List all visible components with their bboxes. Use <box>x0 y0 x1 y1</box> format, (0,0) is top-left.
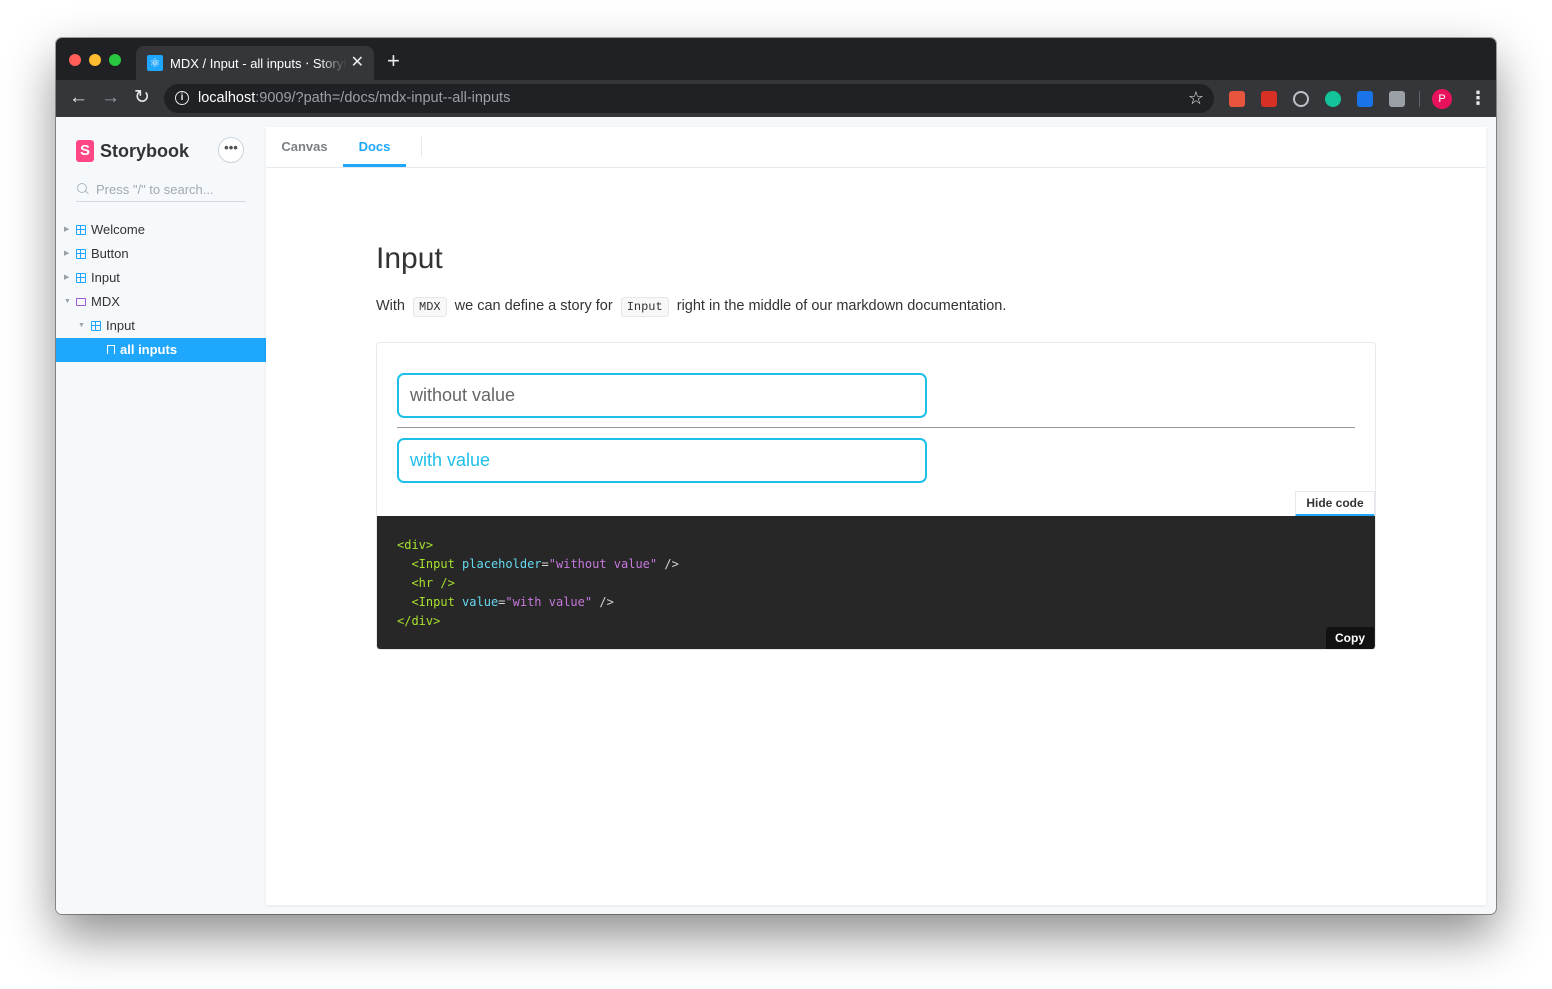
tab-divider <box>421 137 422 157</box>
paragraph-text: we can define a story for <box>454 298 613 314</box>
tab-docs[interactable]: Docs <box>343 127 406 167</box>
sidebar-item-label: Input <box>91 270 120 285</box>
code-token: value <box>462 595 499 609</box>
code-token: </div> <box>397 614 441 628</box>
bookmark-icon <box>107 345 115 354</box>
tab-canvas[interactable]: Canvas <box>266 127 343 167</box>
page-title: Input <box>376 242 443 275</box>
react-favicon-icon: ⚛ <box>147 55 163 71</box>
back-icon[interactable]: ← <box>69 87 88 109</box>
forward-icon[interactable]: → <box>101 87 120 109</box>
maximize-window-button[interactable] <box>109 54 121 66</box>
reload-icon[interactable]: ↻ <box>134 87 150 109</box>
caret-right-icon: ▶ <box>64 274 70 281</box>
sidebar-item-label: Button <box>91 246 129 261</box>
code-token: /> <box>664 557 679 571</box>
more-menu-button[interactable]: ••• <box>218 137 244 163</box>
caret-down-icon: ▼ <box>64 298 71 305</box>
extension-icon[interactable] <box>1357 91 1373 107</box>
component-icon <box>76 249 86 259</box>
extension-icon[interactable] <box>1229 91 1245 107</box>
grammarly-icon[interactable] <box>1325 91 1341 107</box>
with-value-input[interactable] <box>397 438 927 483</box>
copy-button[interactable]: Copy <box>1326 627 1374 649</box>
caret-right-icon: ▶ <box>64 250 70 257</box>
divider <box>397 427 1355 428</box>
address-bar[interactable]: i localhost:9009/?path=/docs/mdx-input--… <box>164 84 1214 113</box>
paragraph-text: right in the middle of our markdown docu… <box>676 298 1007 314</box>
profile-avatar[interactable]: P <box>1432 89 1452 109</box>
search-box <box>76 179 246 202</box>
extension-icon[interactable] <box>1261 91 1277 107</box>
main-panel: Canvas Docs Input With MDX we can define… <box>266 127 1486 905</box>
inline-code: Input <box>620 297 669 317</box>
caret-down-icon: ▼ <box>78 322 85 329</box>
doc-paragraph: With MDX we can define a story for Input… <box>376 295 1006 317</box>
search-input[interactable] <box>96 179 246 199</box>
browser-toolbar: ← → ↻ i localhost:9009/?path=/docs/mdx-i… <box>56 80 1496 117</box>
star-icon[interactable]: ☆ <box>1188 88 1204 108</box>
sidebar-item-input[interactable]: ▶ Input <box>56 266 266 290</box>
sidebar-item-label: Input <box>106 318 135 333</box>
close-tab-icon[interactable]: ✕ <box>351 54 364 72</box>
extension-icon[interactable] <box>1293 91 1309 107</box>
code-token: = <box>541 557 549 571</box>
tab-title: MDX / Input - all inputs ⋅ Storybook <box>170 56 346 71</box>
sidebar-item-label: MDX <box>91 294 120 309</box>
panel-tabs: Canvas Docs <box>266 127 1486 168</box>
story-preview: Hide code <div> <Input placeholder="with… <box>376 342 1376 650</box>
sidebar-item-label: all inputs <box>120 342 178 357</box>
close-window-button[interactable] <box>69 54 81 66</box>
browser-tab[interactable]: ⚛ MDX / Input - all inputs ⋅ Storybook ✕ <box>136 46 374 80</box>
sidebar-item-mdx-input[interactable]: ▼ Input <box>56 314 266 338</box>
code-token: "without value" <box>548 557 658 571</box>
code-token: placeholder <box>462 557 542 571</box>
info-icon[interactable]: i <box>175 91 189 105</box>
url-path: :9009/?path=/docs/mdx-input--all-inputs <box>255 90 511 106</box>
tab-strip: ⚛ MDX / Input - all inputs ⋅ Storybook ✕… <box>56 38 1496 80</box>
code-token: <Input <box>411 557 455 571</box>
menu-icon[interactable]: ⋮ <box>1469 88 1487 108</box>
code-token: <div> <box>397 538 434 552</box>
component-icon <box>76 225 86 235</box>
component-icon <box>91 321 101 331</box>
search-icon <box>77 183 87 193</box>
brand-name: Storybook <box>100 141 190 161</box>
sidebar-item-all-inputs[interactable]: all inputs <box>56 338 266 362</box>
new-tab-button[interactable]: + <box>387 50 400 72</box>
inline-code: MDX <box>413 297 447 317</box>
code-token: <Input <box>411 595 455 609</box>
code-block: <div> <Input placeholder="without value"… <box>377 516 1375 649</box>
storybook-logo-icon: S <box>76 140 94 162</box>
sidebar: S Storybook ••• ▶ Welcome ▶ Button ▶ Inp… <box>56 117 266 914</box>
sidebar-item-mdx[interactable]: ▼ MDX <box>56 290 266 314</box>
code-token: "with value" <box>505 595 593 609</box>
without-value-input[interactable] <box>397 373 927 418</box>
toolbar-divider <box>1419 91 1420 107</box>
url-host: localhost <box>198 90 256 106</box>
folder-icon <box>76 298 86 306</box>
paragraph-text: With <box>376 298 405 314</box>
code-token: <hr /> <box>411 576 455 590</box>
sidebar-item-welcome[interactable]: ▶ Welcome <box>56 218 266 242</box>
camera-icon[interactable] <box>1389 91 1405 107</box>
hide-code-button[interactable]: Hide code <box>1295 491 1375 517</box>
code-lines: <div> <Input placeholder="without value"… <box>397 536 679 631</box>
sidebar-item-button[interactable]: ▶ Button <box>56 242 266 266</box>
sidebar-item-label: Welcome <box>91 222 145 237</box>
code-token: /> <box>599 595 614 609</box>
caret-right-icon: ▶ <box>64 226 70 233</box>
browser-window: ⚛ MDX / Input - all inputs ⋅ Storybook ✕… <box>56 38 1496 914</box>
component-icon <box>76 273 86 283</box>
minimize-window-button[interactable] <box>89 54 101 66</box>
url-text[interactable]: localhost:9009/?path=/docs/mdx-input--al… <box>198 89 510 108</box>
